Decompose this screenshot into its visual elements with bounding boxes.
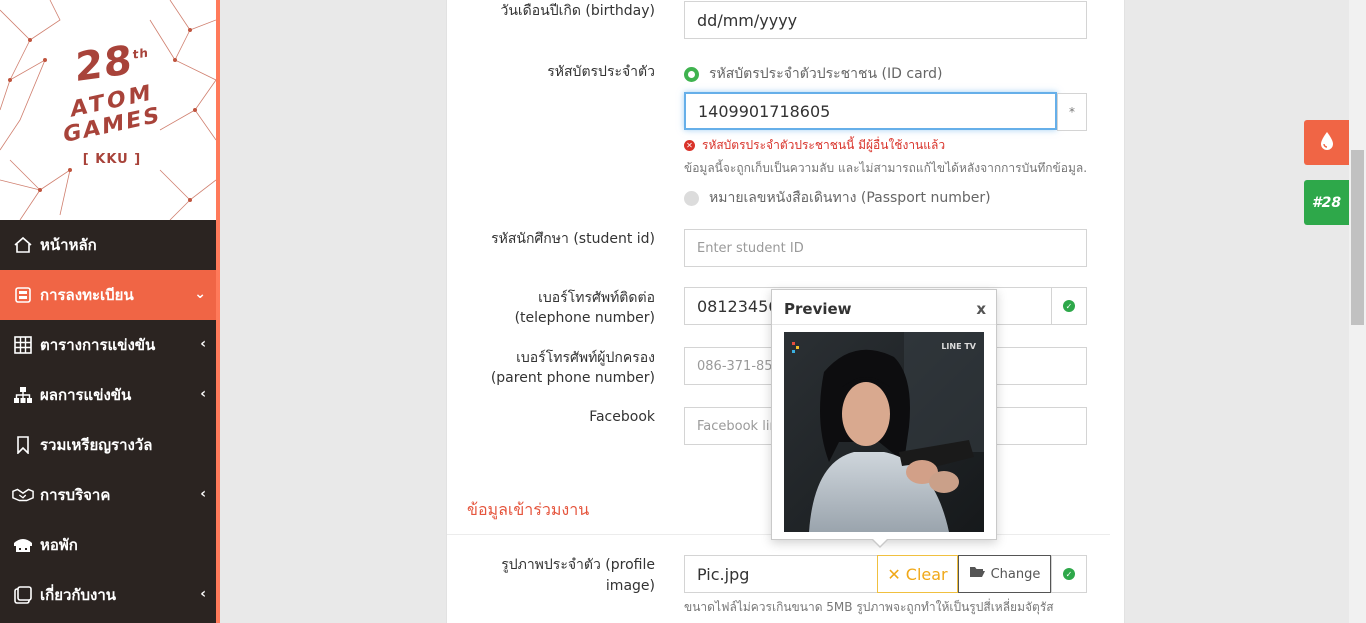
birthday-label: วันเดือนปีเกิด (birthday) [500, 3, 655, 19]
sidebar-item-about[interactable]: เกี่ยวกับงาน ‹ [0, 570, 216, 620]
required-marker: * [1057, 93, 1087, 131]
profile-valid-addon: ✓ [1051, 555, 1087, 593]
profile-label-line1: รูปภาพประจำตัว (profile [501, 557, 655, 573]
section-title: ข้อมูลเข้าร่วมงาน [467, 500, 590, 519]
radio-selected-icon [684, 66, 699, 82]
home-icon [12, 234, 34, 256]
folder-open-icon [969, 566, 985, 582]
idcard-help-text: ข้อมูลนี้จะถูกเก็บเป็นความลับ และไม่สามา… [684, 161, 1088, 175]
hashtag-button[interactable]: #28 [1304, 180, 1349, 225]
preview-title: Preview [784, 300, 852, 318]
sidebar-item-registration[interactable]: การลงทะเบียน ⌄ [0, 270, 216, 320]
close-icon[interactable]: x [976, 300, 986, 318]
check-icon: ✓ [1063, 568, 1075, 580]
parent-label-line1: เบอร์โทรศัพท์ผู้ปกครอง [516, 350, 655, 366]
sidebar: 28th ATOM GAMES [ KKU ] หน้าหลัก การลงทะ… [0, 0, 220, 623]
sidebar-accent-bar [216, 0, 220, 623]
event-logo[interactable]: 28th ATOM GAMES [ KKU ] [0, 0, 216, 220]
sitemap-icon [12, 384, 34, 406]
clear-button[interactable]: ✕ Clear [877, 555, 958, 593]
chevron-left-icon: ‹ [200, 386, 206, 402]
chevron-left-icon: ‹ [200, 586, 206, 602]
preview-divider [772, 324, 996, 325]
sidebar-item-medals[interactable]: รวมเหรียญรางวัล [0, 420, 216, 470]
chevron-left-icon: ‹ [200, 336, 206, 352]
chevron-down-icon: ⌄ [194, 286, 206, 302]
sidebar-item-results[interactable]: ผลการแข่งขัน ‹ [0, 370, 216, 420]
phone-valid-addon: ✓ [1051, 287, 1087, 325]
sidebar-item-donation[interactable]: การบริจาค ‹ [0, 470, 216, 520]
drop-icon [1319, 131, 1335, 155]
logo-wordmark: 28th ATOM GAMES [ KKU ] [63, 37, 161, 167]
sidebar-item-home[interactable]: หน้าหลัก [0, 220, 216, 270]
sidebar-menu: หน้าหลัก การลงทะเบียน ⌄ ตารางการแข่งขัน … [0, 220, 216, 623]
birthday-input[interactable]: dd/mm/yyyy [684, 1, 1087, 39]
sidebar-item-label: การบริจาค [40, 486, 111, 504]
parent-label-line2: (parent phone number) [490, 370, 655, 386]
sidebar-item-label: หอพัก [40, 536, 78, 554]
sidebar-item-schedule[interactable]: ตารางการแข่งขัน ‹ [0, 320, 216, 370]
radio-idcard[interactable]: รหัสบัตรประจำตัวประชาชน (ID card) [684, 63, 943, 85]
handshake-icon [12, 484, 34, 506]
idcard-error: ✕ รหัสบัตรประจำตัวประชาชนนี้ มีผู้อื่นใช… [684, 136, 945, 155]
scrollbar-thumb[interactable] [1351, 150, 1364, 325]
change-button[interactable]: Change [958, 555, 1051, 593]
phone-label-line1: เบอร์โทรศัพท์ติดต่อ [538, 290, 655, 306]
sidebar-item-label: ผลการแข่งขัน [40, 386, 132, 404]
sidebar-item-label: ตารางการแข่งขัน [40, 336, 156, 354]
radio-passport[interactable]: หมายเลขหนังสือเดินทาง (Passport number) [684, 187, 991, 209]
blood-donation-button[interactable] [1304, 120, 1349, 165]
radio-idcard-label: รหัสบัตรประจำตัวประชาชน (ID card) [709, 66, 943, 82]
idcard-input[interactable]: 1409901718605 [684, 92, 1057, 130]
profile-label-line2: image) [605, 578, 655, 594]
grid-icon [12, 334, 34, 356]
error-icon: ✕ [684, 140, 695, 151]
sidebar-item-label: เกี่ยวกับงาน [40, 586, 117, 604]
watermark-text: LINE TV [941, 342, 976, 351]
hashtag-label: #28 [1311, 194, 1342, 211]
facebook-label: Facebook [589, 409, 655, 425]
idcard-label: รหัสบัตรประจำตัว [547, 64, 655, 80]
sidebar-item-label: หน้าหลัก [40, 236, 97, 254]
info-icon [12, 584, 34, 606]
sidebar-item-label: รวมเหรียญรางวัล [40, 436, 153, 454]
popover-arrow-inner [872, 538, 888, 546]
sidebar-item-label: การลงทะเบียน [40, 286, 134, 304]
building-icon [12, 534, 34, 556]
bookmark-icon [12, 434, 34, 456]
profile-file-name[interactable]: Pic.jpg [684, 555, 878, 593]
student-label: รหัสนักศึกษา (student id) [491, 231, 655, 247]
student-id-input[interactable]: Enter student ID [684, 229, 1087, 267]
idcard-error-text: รหัสบัตรประจำตัวประชาชนนี้ มีผู้อื่นใช้ง… [702, 138, 946, 152]
sidebar-item-dormitory[interactable]: หอพัก [0, 520, 216, 570]
times-icon: ✕ [887, 564, 901, 584]
preview-popover: Preview x LINE TV [771, 289, 997, 540]
phone-label-line2: (telephone number) [514, 310, 655, 326]
radio-passport-label: หมายเลขหนังสือเดินทาง (Passport number) [709, 190, 991, 206]
radio-unselected-icon [684, 190, 699, 206]
clear-label: Clear [905, 564, 948, 584]
change-label: Change [990, 566, 1041, 582]
preview-image: LINE TV [784, 332, 984, 532]
register-icon [12, 284, 34, 306]
check-icon: ✓ [1063, 300, 1075, 312]
profile-help-text: ขนาดไฟล์ไม่ควรเกินขนาด 5MB รูปภาพจะถูกทำ… [684, 600, 1054, 614]
chevron-left-icon: ‹ [200, 486, 206, 502]
